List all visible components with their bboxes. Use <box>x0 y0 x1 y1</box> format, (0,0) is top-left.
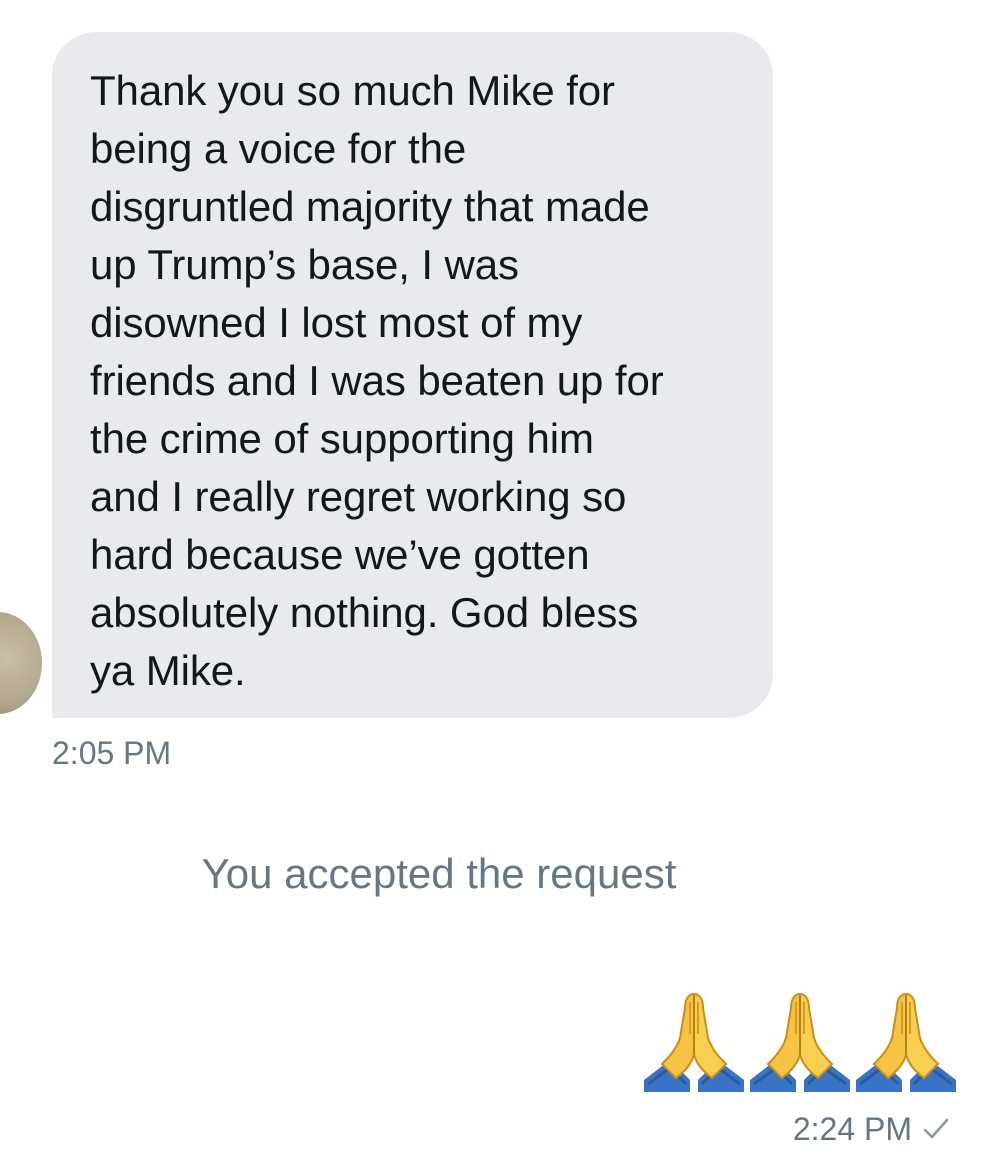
request-accepted-notice: You accepted the request <box>201 850 677 897</box>
incoming-message-text: Thank you so much Mike for being a voice… <box>90 67 664 694</box>
folded-hands-icon <box>642 992 958 1094</box>
outgoing-message-timestamp: 2:24 PM <box>792 1111 912 1147</box>
outgoing-emoji-text <box>640 988 960 1096</box>
checkmark-icon <box>922 1116 950 1142</box>
incoming-message-bubble[interactable]: Thank you so much Mike for being a voice… <box>52 32 773 718</box>
sender-avatar[interactable] <box>0 612 42 714</box>
dm-conversation: Thank you so much Mike for being a voice… <box>0 0 1002 1174</box>
outgoing-message-meta: 2:24 PM <box>793 1110 950 1148</box>
outgoing-emoji-message[interactable] <box>640 988 960 1096</box>
incoming-message-timestamp: 2:05 PM <box>52 735 172 771</box>
